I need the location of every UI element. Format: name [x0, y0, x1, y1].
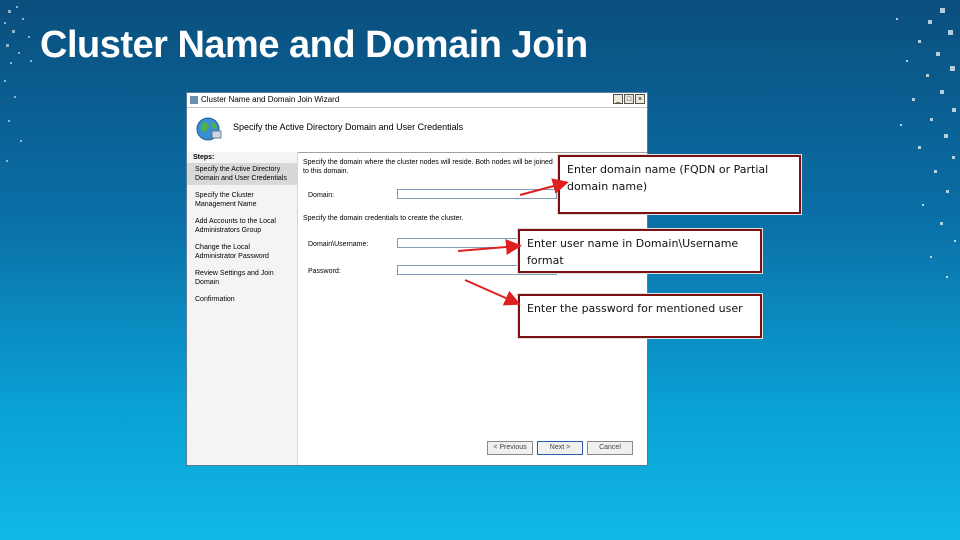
domain-label: Domain:: [308, 192, 335, 199]
domain-field[interactable]: [397, 189, 557, 199]
credentials-intro-text: Specify the domain credentials to create…: [303, 215, 464, 222]
step-item-review-settings[interactable]: Review Settings and Join Domain: [187, 267, 297, 289]
username-callout: Enter user name in Domain\Username forma…: [517, 228, 763, 274]
close-icon[interactable]: ×: [635, 94, 645, 104]
step-item-local-administrators[interactable]: Add Accounts to the Local Administrators…: [187, 215, 297, 237]
step-item-domain-credentials[interactable]: Specify the Active Directory Domain and …: [187, 163, 297, 185]
wizard-buttons: < Previous Next > Cancel: [487, 441, 633, 455]
maximize-icon[interactable]: □: [624, 94, 634, 104]
window-controls: _ □ ×: [613, 94, 645, 104]
password-label: Password:: [308, 268, 341, 275]
app-icon: [190, 96, 198, 104]
steps-panel: Steps: Specify the Active Directory Doma…: [187, 152, 298, 465]
previous-button[interactable]: < Previous: [487, 441, 533, 455]
slide-title: Cluster Name and Domain Join: [40, 24, 588, 66]
cancel-button[interactable]: Cancel: [587, 441, 633, 455]
wizard-header-text: Specify the Active Directory Domain and …: [233, 122, 464, 132]
username-label: Domain\Username:: [308, 241, 369, 248]
wizard-header: Specify the Active Directory Domain and …: [187, 108, 647, 153]
wizard-window: Cluster Name and Domain Join Wizard _ □ …: [186, 92, 648, 466]
domain-intro-text: Specify the domain where the cluster nod…: [303, 159, 553, 175]
wizard-titlebar: Cluster Name and Domain Join Wizard _ □ …: [187, 93, 647, 108]
next-button[interactable]: Next >: [537, 441, 583, 455]
steps-title: Steps:: [193, 154, 215, 161]
step-item-cluster-management-name[interactable]: Specify the Cluster Management Name: [187, 189, 297, 211]
step-item-confirmation[interactable]: Confirmation: [187, 293, 297, 306]
window-title: Cluster Name and Domain Join Wizard: [201, 95, 340, 104]
domain-callout: Enter domain name (FQDN or Partial domai…: [557, 154, 802, 215]
minimize-icon[interactable]: _: [613, 94, 623, 104]
step-item-administrator-password[interactable]: Change the Local Administrator Password: [187, 241, 297, 263]
network-globe-icon: [196, 117, 222, 141]
password-callout: Enter the password for mentioned user: [517, 293, 763, 339]
